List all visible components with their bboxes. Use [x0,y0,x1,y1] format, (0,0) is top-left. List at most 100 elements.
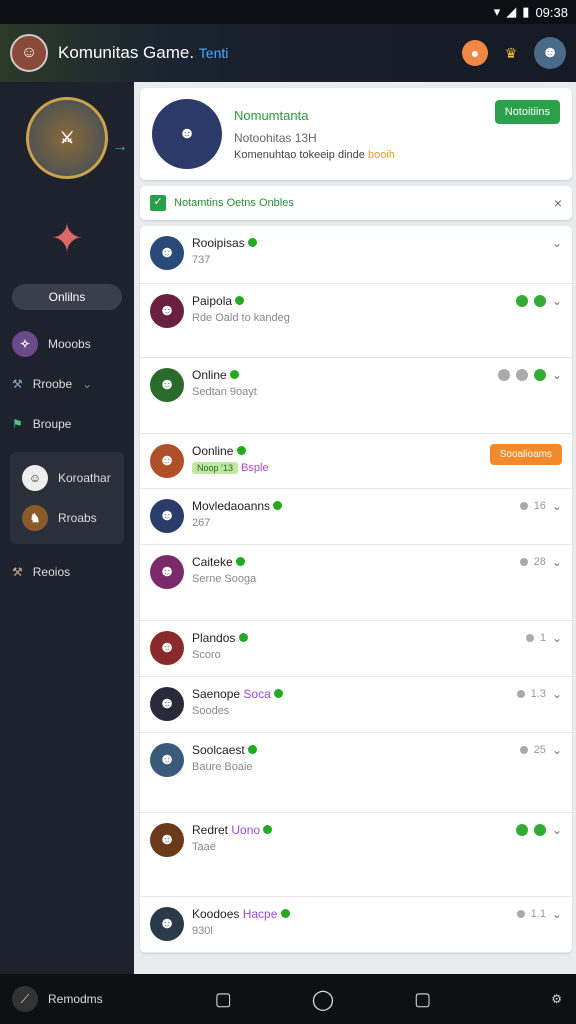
member-sub: Baure Boaie [192,761,253,773]
status-dot-icon [248,745,258,754]
member-actions: ⌄ [515,823,562,837]
settings-icon[interactable]: ⚙ [551,992,562,1006]
profile-card: ☻ Nomumtanta Notoohitas 13H Komenuhtao t… [140,88,572,180]
member-actions: 25 ⌄ [519,743,562,757]
sidebar-item-rroabs[interactable]: ♞ Rroabs [10,498,124,538]
back-icon[interactable]: ▢ [414,989,431,1010]
member-avatar: ☻ [150,236,184,270]
member-row[interactable]: ☻ Paipola Rde Oald to kandeg ⌄ [140,284,572,358]
status-dot-icon [230,370,240,379]
chevron-down-icon[interactable]: ⌄ [552,687,562,701]
member-sub: 267 [192,517,211,529]
small-dot-icon [519,746,528,754]
member-name: Oonline [192,444,234,458]
member-row[interactable]: ☻ Caiteke Serne Sooga 28 ⌄ [140,545,572,621]
ghost-icon: ☺ [22,465,48,491]
close-icon[interactable]: × [554,195,562,211]
member-count: 1 [539,632,546,644]
arrow-right-icon: → [112,138,128,155]
member-sub: Serne Sooga [192,573,257,585]
profile-avatar[interactable]: ☻ [534,37,566,69]
action-dot-icon[interactable] [515,295,528,307]
status-dot-icon [263,825,273,834]
chevron-down-icon[interactable]: ⌄ [552,555,562,569]
game-icon[interactable]: ⟋ [12,986,38,1012]
chevron-down-icon[interactable]: ⌄ [552,499,562,513]
chevron-down-icon[interactable]: ⌄ [552,743,562,757]
member-avatar: ☻ [150,823,184,857]
sidebar-item-broupe[interactable]: ⚑ Broupe [0,404,134,444]
member-action-button[interactable]: Sooalioams [489,444,562,465]
member-count: 28 [533,556,546,568]
sidebar: ⚔ → ✦ Onlilns ✧ Mooobs ⚒ Rroobe ⌄ ⚑ Broupe ☺… [0,82,134,974]
sidebar-item-label: Reoios [32,565,71,579]
chevron-down-icon[interactable]: ⌄ [552,823,562,837]
member-row[interactable]: ☻ Movledaoanns 267 16 ⌄ [140,489,572,545]
member-actions: ⌄ [552,236,562,250]
member-sub: Taae [192,841,216,853]
chevron-down-icon[interactable]: ⌄ [552,631,562,645]
member-name: Soolcaest [192,743,245,757]
member-sub: Rde Oald to kandeg [192,312,290,324]
check-icon: ✓ [150,195,166,211]
member-avatar: ☻ [150,743,184,777]
member-row[interactable]: ☻ Koodoes Hacpe 930l 1.1 ⌄ [140,897,572,953]
chevron-down-icon[interactable]: ⌄ [552,294,562,308]
app-header: ☺ Komunitas Game. Tenti ● ♛ ☻ [0,24,576,82]
profile-name: Nomumtanta [234,107,309,123]
sidebar-item-mooobs[interactable]: ✧ Mooobs [0,324,134,364]
notification-icon[interactable]: ● [462,40,488,66]
sidebar-item-reoios[interactable]: ⚒ Reoios [0,552,134,592]
sidebar-item-rroobe[interactable]: ⚒ Rroobe ⌄ [0,364,134,404]
member-name: Rooipisas [192,236,245,250]
member-row[interactable]: ☻ Soolcaest Baure Boaie 25 ⌄ [140,733,572,813]
home-icon[interactable]: ◯ [312,987,334,1012]
status-dot-icon [235,296,245,305]
chevron-down-icon[interactable]: ⌄ [552,368,562,382]
member-row[interactable]: ☻ Rooipisas 737 ⌄ [140,226,572,284]
member-sub: 930l [192,925,213,937]
member-avatar: ☻ [150,631,184,665]
status-dot-icon [273,501,283,510]
small-dot-icon [516,690,525,698]
member-row[interactable]: ☻ Redret Uono Taae ⌄ [140,813,572,897]
status-dot-icon [248,238,258,247]
status-dot-icon [236,557,246,566]
member-row[interactable]: ☻ Online Sedtan 9oayt ⌄ [140,358,572,434]
action-dot-icon[interactable] [515,369,528,381]
hero-character-image: ✦ [50,217,84,261]
chevron-down-icon[interactable]: ⌄ [552,236,562,250]
action-dot-icon[interactable] [497,369,510,381]
member-name: Plandos [192,631,236,645]
member-accent: Uono [231,823,261,837]
main-character-avatar[interactable]: ⚔ [26,97,108,179]
member-row[interactable]: ☻ Plandos Scoro 1 ⌄ [140,621,572,677]
action-dot-icon[interactable] [533,369,546,381]
recents-icon[interactable]: ▢ [215,989,232,1010]
sidebar-item-koroathar[interactable]: ☺ Koroathar [10,458,124,498]
action-dot-icon[interactable] [533,295,546,307]
member-actions: 1.3 ⌄ [516,687,562,701]
status-bar: ▾ ◢ ▮ 09:38 [0,0,576,24]
status-dot-icon [236,446,246,455]
member-sub: 737 [192,254,211,266]
member-count: 16 [533,500,546,512]
main-content: ☻ Nomumtanta Notoohitas 13H Komenuhtao t… [134,82,576,974]
action-dot-icon[interactable] [533,824,546,836]
member-actions: ⌄ [515,294,562,308]
member-row[interactable]: ☻ Saenope Soca Soodes 1.3 ⌄ [140,677,572,733]
member-actions: 1.1 ⌄ [516,907,562,921]
member-row[interactable]: ☻ Oonline Noop ’13 Bsple Sooalioams [140,434,572,489]
profile-card-avatar[interactable]: ☻ [152,99,222,169]
notify-button[interactable]: Notoitiins [494,100,560,124]
chevron-down-icon[interactable]: ⌄ [552,907,562,921]
trophy-icon[interactable]: ♛ [498,40,524,66]
warrior-icon: ♞ [22,505,48,531]
member-count: 1.3 [530,688,546,700]
member-name: Caiteke [192,555,233,569]
online-button[interactable]: Onlilns [12,284,122,310]
action-dot-icon[interactable] [515,824,528,836]
member-sub: Scoro [192,649,221,661]
member-accent: Soca [243,687,271,701]
user-avatar[interactable]: ☺ [10,34,48,72]
